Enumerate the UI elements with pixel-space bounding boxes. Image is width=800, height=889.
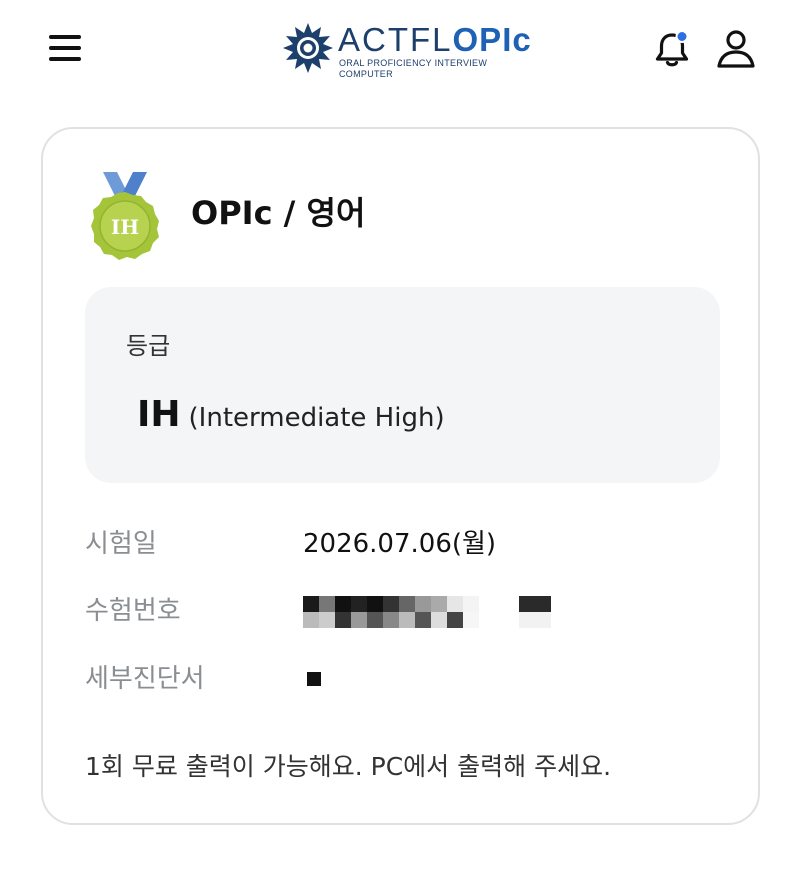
- hamburger-menu-icon: [49, 35, 81, 39]
- diagnostic-report-label: 세부진단서: [85, 664, 205, 694]
- notification-button[interactable]: [652, 28, 692, 70]
- exam-number-row: 수험번호: [85, 591, 725, 631]
- print-notice: 1회 무료 출력이 가능해요. PC에서 출력해 주세요.: [85, 752, 612, 781]
- exam-number-label: 수험번호: [85, 596, 181, 626]
- exam-title: OPIc / 영어: [191, 194, 366, 232]
- logo-tagline: ORAL PROFICIENCY INTERVIEW: [339, 58, 488, 68]
- grade-panel: 등급 IH (Intermediate High): [85, 287, 720, 483]
- grade-code: IH: [137, 394, 181, 435]
- menu-button[interactable]: [46, 30, 86, 66]
- exam-date-row: 시험일 2026.07.06(월): [85, 524, 725, 564]
- user-icon: [717, 30, 755, 68]
- notification-dot: [675, 30, 689, 43]
- grade-value: IH (Intermediate High): [137, 393, 445, 443]
- bell-icon: [655, 30, 689, 67]
- logo-starburst-icon: [283, 23, 333, 73]
- medal-icon: IH: [91, 172, 159, 260]
- grade-label: 등급: [126, 332, 171, 360]
- top-header: ACTFLOPIc ORAL PROFICIENCY INTERVIEW COM…: [0, 0, 800, 100]
- result-card: IH OPIc / 영어 등급 IH (Intermediate High) 시험…: [41, 127, 760, 825]
- logo-wordmark: ACTFLOPIc: [338, 20, 532, 60]
- profile-button[interactable]: [714, 26, 758, 70]
- diagnostic-report-redacted: [307, 672, 321, 686]
- svg-text:IH: IH: [111, 215, 139, 239]
- logo-product: OPIc: [452, 21, 532, 58]
- grade-name: (Intermediate High): [188, 403, 445, 433]
- exam-date-label: 시험일: [85, 529, 157, 559]
- logo-tagline-computer: COMPUTER: [339, 69, 393, 79]
- diagnostic-report-row: 세부진단서: [85, 659, 725, 699]
- actfl-opic-logo[interactable]: ACTFLOPIc ORAL PROFICIENCY INTERVIEW COM…: [282, 18, 532, 82]
- exam-number-redacted: [303, 596, 563, 628]
- exam-date-value: 2026.07.06(월): [303, 529, 497, 559]
- logo-brand: ACTFL: [338, 21, 453, 58]
